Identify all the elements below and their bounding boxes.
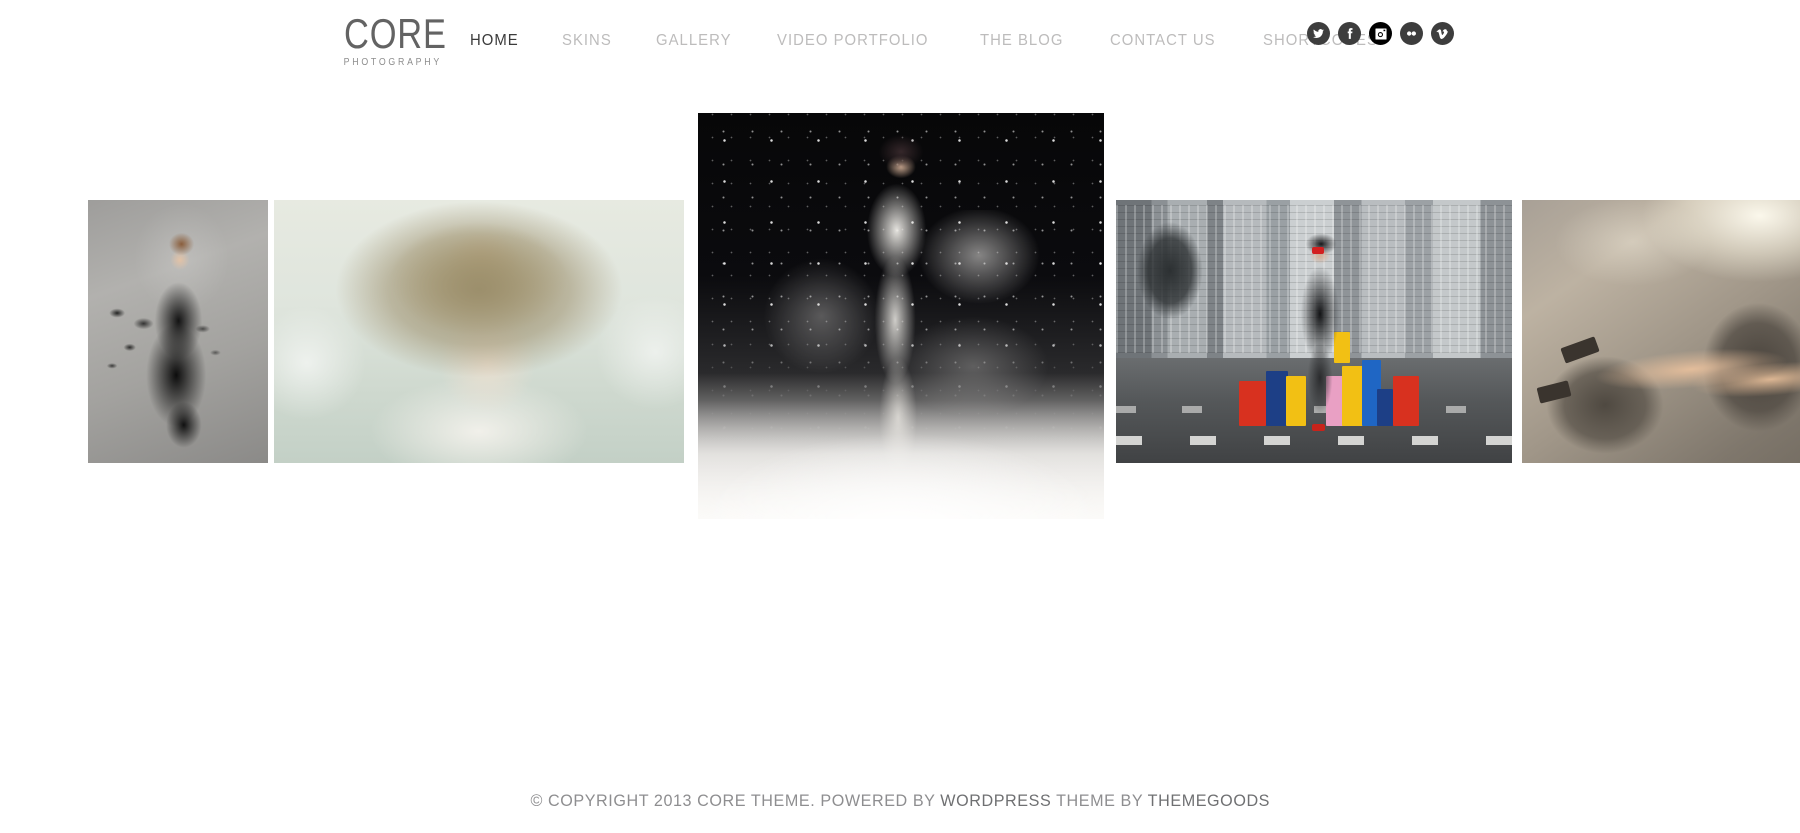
gallery-reflection-1 <box>88 465 268 718</box>
wordpress-link[interactable]: WORDPRESS <box>940 791 1051 810</box>
gallery-image-5[interactable] <box>1522 200 1800 463</box>
copyright-text: © COPYRIGHT 2013 CORE THEME. POWERED BY … <box>530 790 1270 812</box>
site-logo[interactable]: CORE PHOTOGRAPHY <box>335 10 447 70</box>
gallery-reflection-3 <box>698 521 1104 783</box>
gallery-image-1[interactable] <box>88 200 268 463</box>
page-root: CORE PHOTOGRAPHY HOME SKINS GALLERY VIDE… <box>0 0 1800 833</box>
gallery-image-2[interactable] <box>274 200 684 463</box>
gallery-reflection-5 <box>1522 465 1800 718</box>
main-navigation: HOME SKINS GALLERY VIDEO PORTFOLIO THE B… <box>470 26 1427 56</box>
nav-item-video-portfolio[interactable]: VIDEO PORTFOLIO <box>777 31 929 51</box>
logo-tagline: PHOTOGRAPHY <box>343 57 442 68</box>
photo-artwork-2 <box>274 200 684 463</box>
gallery-image-4[interactable] <box>1116 200 1512 463</box>
vimeo-icon[interactable] <box>1431 22 1454 45</box>
flickr-icon[interactable] <box>1400 22 1423 45</box>
facebook-icon[interactable] <box>1338 22 1361 45</box>
gallery-slide-1[interactable]: Woman in black splatter dress against co… <box>88 200 268 718</box>
gallery-slide-5[interactable]: Woman reclining in salon chair with warm… <box>1522 200 1800 718</box>
instagram-icon[interactable] <box>1369 22 1392 45</box>
gallery-reflection-2 <box>274 465 684 718</box>
copyright-middle: THEME BY <box>1051 791 1148 810</box>
photo-artwork-1 <box>88 200 268 463</box>
nav-item-the-blog[interactable]: THE BLOG <box>980 31 1063 51</box>
nav-item-skins[interactable]: SKINS <box>562 31 612 51</box>
gallery-slide-2[interactable]: Blonde woman lying on bed with hair spre… <box>274 200 684 718</box>
photo-artwork-4 <box>1116 200 1512 463</box>
gallery-slide-3[interactable]: Model in white gown on starry black back… <box>698 113 1104 783</box>
logo-wordmark: CORE <box>344 10 447 57</box>
nav-item-contact-us[interactable]: CONTACT US <box>1110 31 1216 51</box>
site-footer: © COPYRIGHT 2013 CORE THEME. POWERED BY … <box>0 786 1800 833</box>
twitter-icon[interactable] <box>1307 22 1330 45</box>
themegoods-link[interactable]: THEMEGOODS <box>1147 791 1269 810</box>
gallery-carousel[interactable]: Woman in black splatter dress against co… <box>0 96 1800 786</box>
gallery-image-3[interactable] <box>698 113 1104 519</box>
nav-item-home[interactable]: HOME <box>470 31 519 51</box>
photo-artwork-3 <box>698 113 1104 519</box>
social-links <box>1307 22 1454 45</box>
copyright-prefix: © COPYRIGHT 2013 CORE THEME. POWERED BY <box>530 791 941 810</box>
gallery-slide-4[interactable]: Woman with colourful shopping bags on ci… <box>1116 200 1512 718</box>
nav-item-gallery[interactable]: GALLERY <box>656 31 732 51</box>
photo-artwork-5 <box>1522 200 1800 463</box>
gallery-reflection-4 <box>1116 465 1512 718</box>
site-header: CORE PHOTOGRAPHY HOME SKINS GALLERY VIDE… <box>0 0 1800 96</box>
